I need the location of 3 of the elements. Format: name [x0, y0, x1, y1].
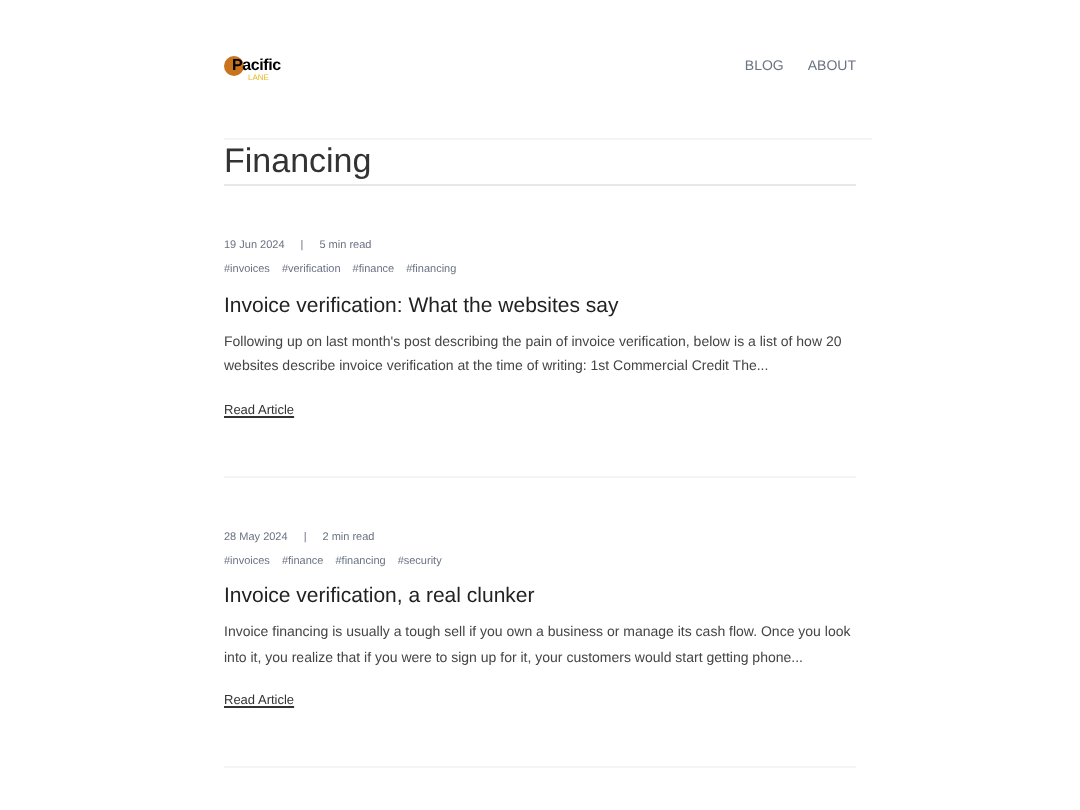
- article-title[interactable]: Invoice verification, a real clunker: [224, 582, 856, 610]
- article-title[interactable]: Invoice verification: What the websites say: [224, 291, 856, 319]
- page-title: Financing: [224, 140, 856, 186]
